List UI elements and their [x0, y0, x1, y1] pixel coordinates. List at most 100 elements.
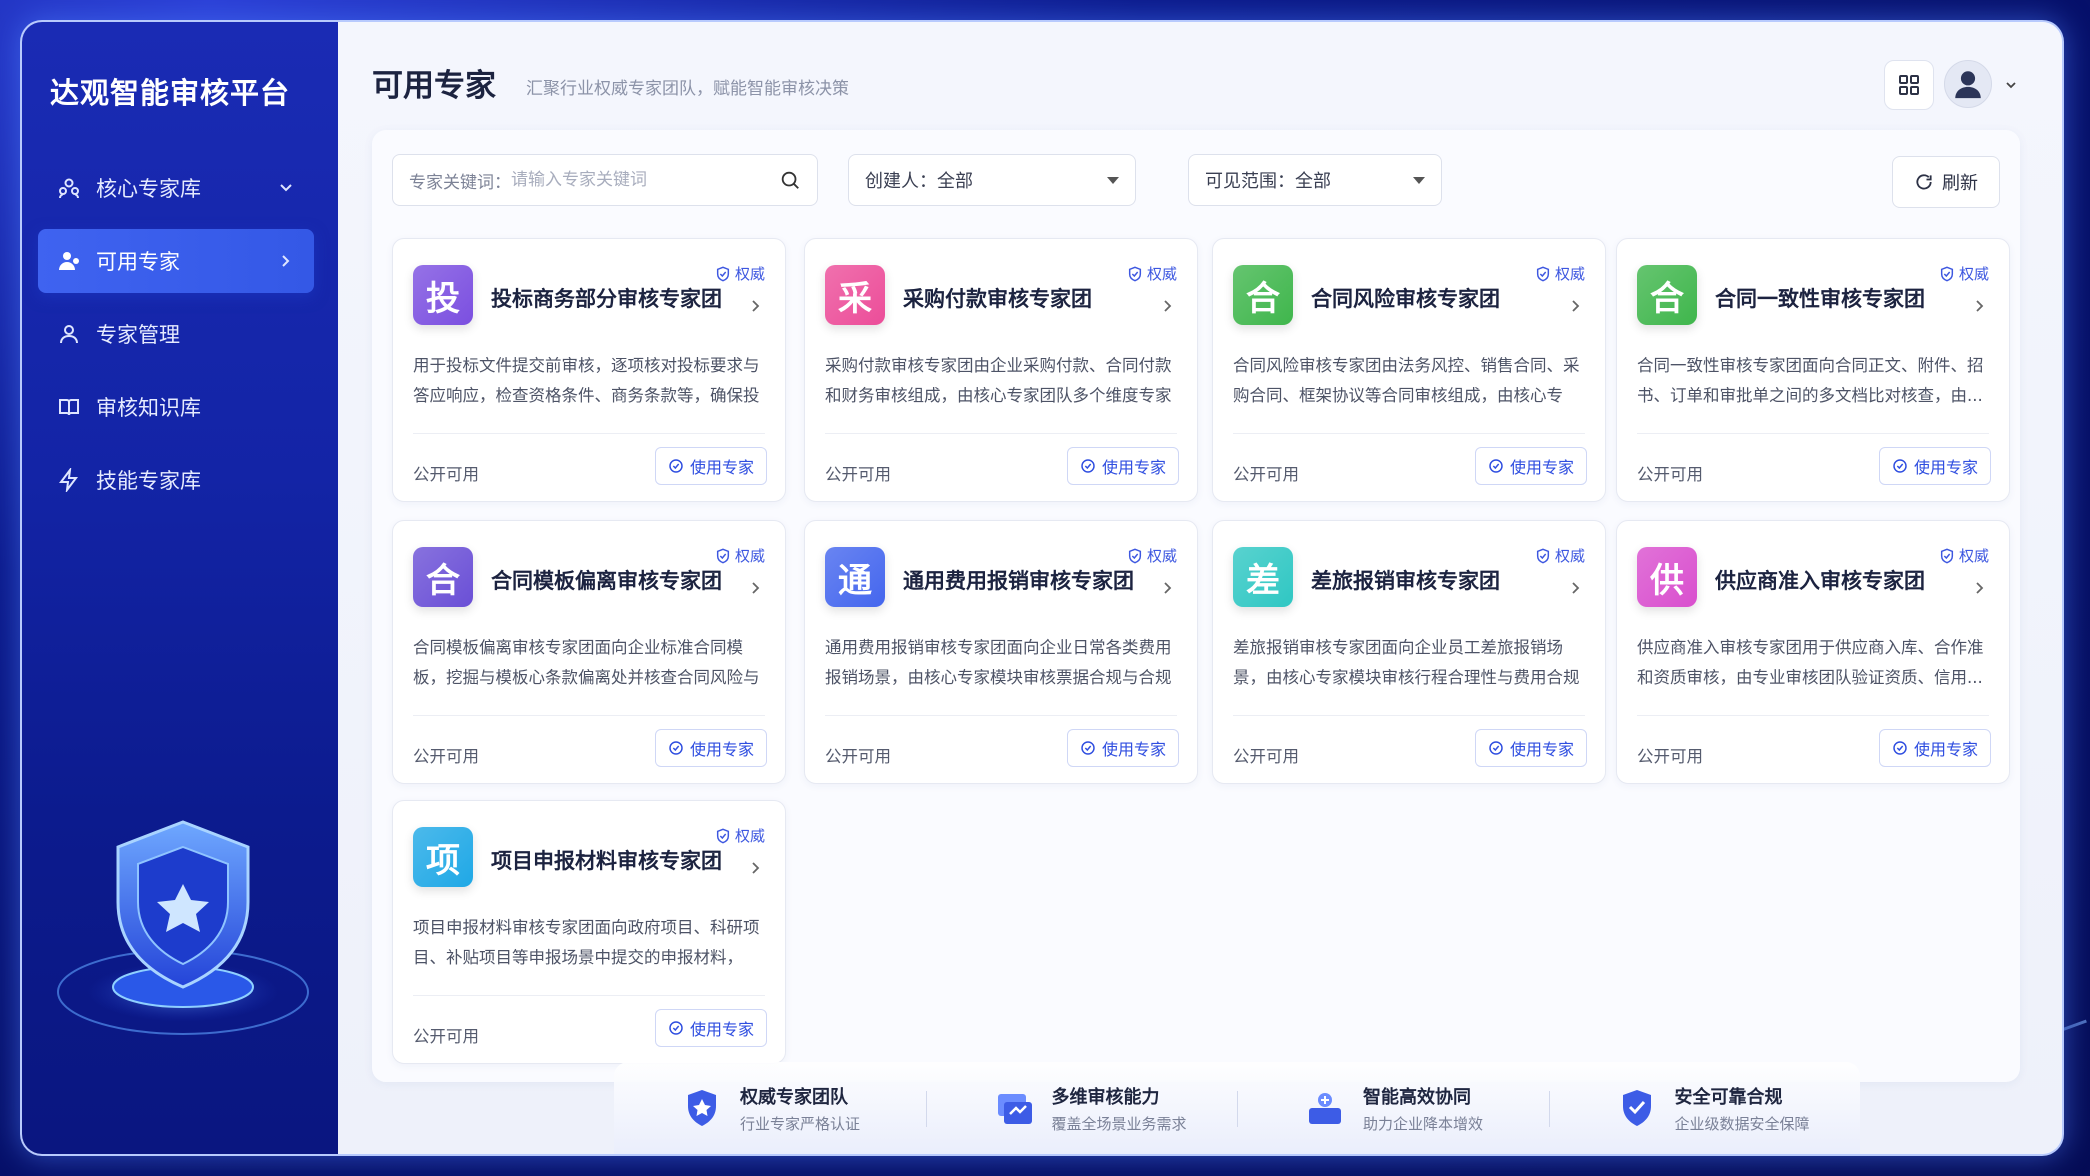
use-expert-label: 使用专家 [1509, 740, 1574, 759]
use-icon [1081, 741, 1095, 755]
use-icon [1893, 741, 1907, 755]
expert-avatar-badge: 通 [825, 547, 885, 607]
expert-card-title[interactable]: 通用费用报销审核专家团 [903, 565, 1134, 595]
use-expert-label: 使用专家 [689, 458, 754, 477]
authority-label: 权威 [1146, 265, 1177, 283]
sidebar-item-knowledge-base[interactable]: 审核知识库 [38, 375, 314, 439]
expert-card-title[interactable]: 差旅报销审核专家团 [1311, 565, 1500, 595]
expert-card-title[interactable]: 项目申报材料审核专家团 [491, 845, 722, 875]
authority-label: 权威 [1146, 547, 1177, 565]
shield-icon [716, 548, 730, 563]
use-expert-label: 使用专家 [689, 740, 754, 759]
chevron-right-icon [282, 255, 290, 267]
search-box[interactable]: 专家关键词： [392, 154, 818, 206]
expert-avatar-badge: 合 [1637, 265, 1697, 325]
chevron-right-icon[interactable] [1161, 299, 1175, 313]
use-expert-button[interactable]: 使用专家 [1878, 729, 1991, 767]
sidebar: 达观智能审核平台 核心专家库 可用专家 专家管理 审核知识库 技能专家库 [22, 22, 338, 1154]
expert-card[interactable]: 供 供应商准入审核专家团 权威 供应商准入审核专家团用于供应商入库、合作准和资质… [1616, 520, 2010, 784]
use-expert-label: 使用专家 [1101, 740, 1166, 759]
sidebar-item-available-experts[interactable]: 可用专家 [38, 229, 314, 293]
chevron-right-icon[interactable] [749, 299, 763, 313]
avatar[interactable] [1944, 60, 1992, 108]
use-icon [1489, 459, 1503, 473]
card-divider [1637, 433, 1989, 434]
use-expert-button[interactable]: 使用专家 [1066, 729, 1179, 767]
creator-select[interactable]: 创建人： 全部 [848, 154, 1136, 206]
sidebar-item-label: 技能专家库 [96, 469, 201, 493]
expert-card-title[interactable]: 合同风险审核专家团 [1311, 283, 1500, 313]
expert-card-description: 供应商准入审核专家团用于供应商入库、合作准和资质审核，由专业审核团队验证资质、信… [1637, 638, 1984, 687]
expert-card-title[interactable]: 采购付款审核专家团 [903, 283, 1092, 313]
expert-avatar-badge: 采 [825, 265, 885, 325]
expert-card[interactable]: 投 投标商务部分审核专家团 权威 用于投标文件提交前审核，逐项核对投标要求与答应… [392, 238, 786, 502]
shield-star-icon [688, 1090, 716, 1126]
page-title: 可用专家 [372, 68, 496, 104]
chevron-right-icon[interactable] [749, 861, 763, 875]
shield-icon [716, 266, 730, 281]
visibility-status: 公开可用 [1637, 747, 1703, 766]
expert-card[interactable]: 合 合同模板偏离审核专家团 权威 合同模板偏离审核专家团面向企业标准合同模板，挖… [392, 520, 786, 784]
feature-item: 智能高效协同 助力企业降本增效 [1237, 1083, 1549, 1134]
expert-user-icon [56, 248, 82, 274]
authority-label: 权威 [1554, 547, 1585, 565]
brand-title: 达观智能审核平台 [50, 76, 291, 110]
chevron-right-icon[interactable] [1161, 581, 1175, 595]
sidebar-item-expert-management[interactable]: 专家管理 [38, 302, 314, 366]
sidebar-item-core-experts[interactable]: 核心专家库 [38, 156, 314, 220]
chevron-down-icon[interactable] [2004, 78, 2018, 92]
use-expert-label: 使用专家 [689, 1020, 754, 1039]
card-divider [1637, 715, 1989, 716]
expert-card[interactable]: 合 合同一致性审核专家团 权威 合同一致性审核专家团面向合同正文、附件、招书、订… [1616, 238, 2010, 502]
sidebar-item-skill-experts[interactable]: 技能专家库 [38, 448, 314, 512]
expert-card-title[interactable]: 合同一致性审核专家团 [1715, 283, 1925, 313]
user-icon [56, 321, 82, 347]
expert-avatar-badge: 项 [413, 827, 473, 887]
shield-illustration [57, 820, 309, 1035]
chevron-right-icon[interactable] [749, 581, 763, 595]
expert-card[interactable]: 采 采购付款审核专家团 权威 采购付款审核专家团由企业采购付款、合同付款和财务审… [804, 238, 1198, 502]
visibility-status: 公开可用 [1233, 465, 1299, 484]
expert-card[interactable]: 差 差旅报销审核专家团 权威 差旅报销审核专家团面向企业员工差旅报销场景，由核心… [1212, 520, 1606, 784]
expert-avatar-badge: 差 [1233, 547, 1293, 607]
feature-title: 权威专家团队 [740, 1086, 848, 1108]
visibility-status: 公开可用 [1233, 747, 1299, 766]
use-expert-button[interactable]: 使用专家 [654, 1009, 767, 1047]
use-expert-button[interactable]: 使用专家 [1066, 447, 1179, 485]
visibility-status: 公开可用 [825, 747, 891, 766]
feature-title: 多维审核能力 [1051, 1086, 1160, 1108]
use-expert-button[interactable]: 使用专家 [654, 447, 767, 485]
feature-title: 安全可靠合规 [1674, 1086, 1783, 1108]
user-avatar-icon [1955, 71, 1981, 99]
collaboration-icon [1309, 1093, 1341, 1124]
expert-card-title[interactable]: 合同模板偏离审核专家团 [491, 565, 722, 595]
use-expert-button[interactable]: 使用专家 [1474, 729, 1587, 767]
use-expert-button[interactable]: 使用专家 [1878, 447, 1991, 485]
use-icon [1489, 741, 1503, 755]
expert-card-description: 采购付款审核专家团由企业采购付款、合同付款和财务审核组成，由核心专家团队多个维度… [825, 356, 1172, 405]
expert-card[interactable]: 项 项目申报材料审核专家团 权威 项目申报材料审核专家团面向政府项目、科研项目、… [392, 800, 786, 1064]
chevron-right-icon[interactable] [1569, 581, 1583, 595]
expert-card-title[interactable]: 供应商准入审核专家团 [1715, 565, 1925, 595]
use-expert-button[interactable]: 使用专家 [1474, 447, 1587, 485]
feature-title: 智能高效协同 [1363, 1086, 1471, 1108]
chevron-right-icon[interactable] [1569, 299, 1583, 313]
refresh-button[interactable]: 刷新 [1892, 156, 2000, 208]
expert-card-title[interactable]: 投标商务部分审核专家团 [491, 283, 722, 313]
shield-icon [1940, 548, 1954, 563]
expert-card[interactable]: 通 通用费用报销审核专家团 权威 通用费用报销审核专家团面向企业日常各类费用报销… [804, 520, 1198, 784]
chevron-right-icon[interactable] [1973, 581, 1987, 595]
search-label: 专家关键词： [409, 172, 511, 193]
use-expert-button[interactable]: 使用专家 [654, 729, 767, 767]
authority-label: 权威 [734, 827, 765, 845]
grid-view-button[interactable] [1884, 60, 1934, 110]
expert-card[interactable]: 合 合同风险审核专家团 权威 合同风险审核专家团由法务风控、销售合同、采购合同、… [1212, 238, 1606, 502]
search-icon[interactable] [779, 169, 801, 191]
expert-card-description: 合同一致性审核专家团面向合同正文、附件、招书、订单和审批单之间的多文档比对核查，… [1637, 356, 1984, 405]
expert-panel: 专家关键词： 创建人： 全部 可见范围： 全部 刷新 投 投标商务部分审核专家团 [372, 130, 2020, 1082]
search-input[interactable] [511, 170, 779, 190]
authority-label: 权威 [1958, 547, 1989, 565]
scope-select[interactable]: 可见范围： 全部 [1188, 154, 1442, 206]
authority-tag: 权威 [1127, 263, 1177, 284]
chevron-right-icon[interactable] [1973, 299, 1987, 313]
